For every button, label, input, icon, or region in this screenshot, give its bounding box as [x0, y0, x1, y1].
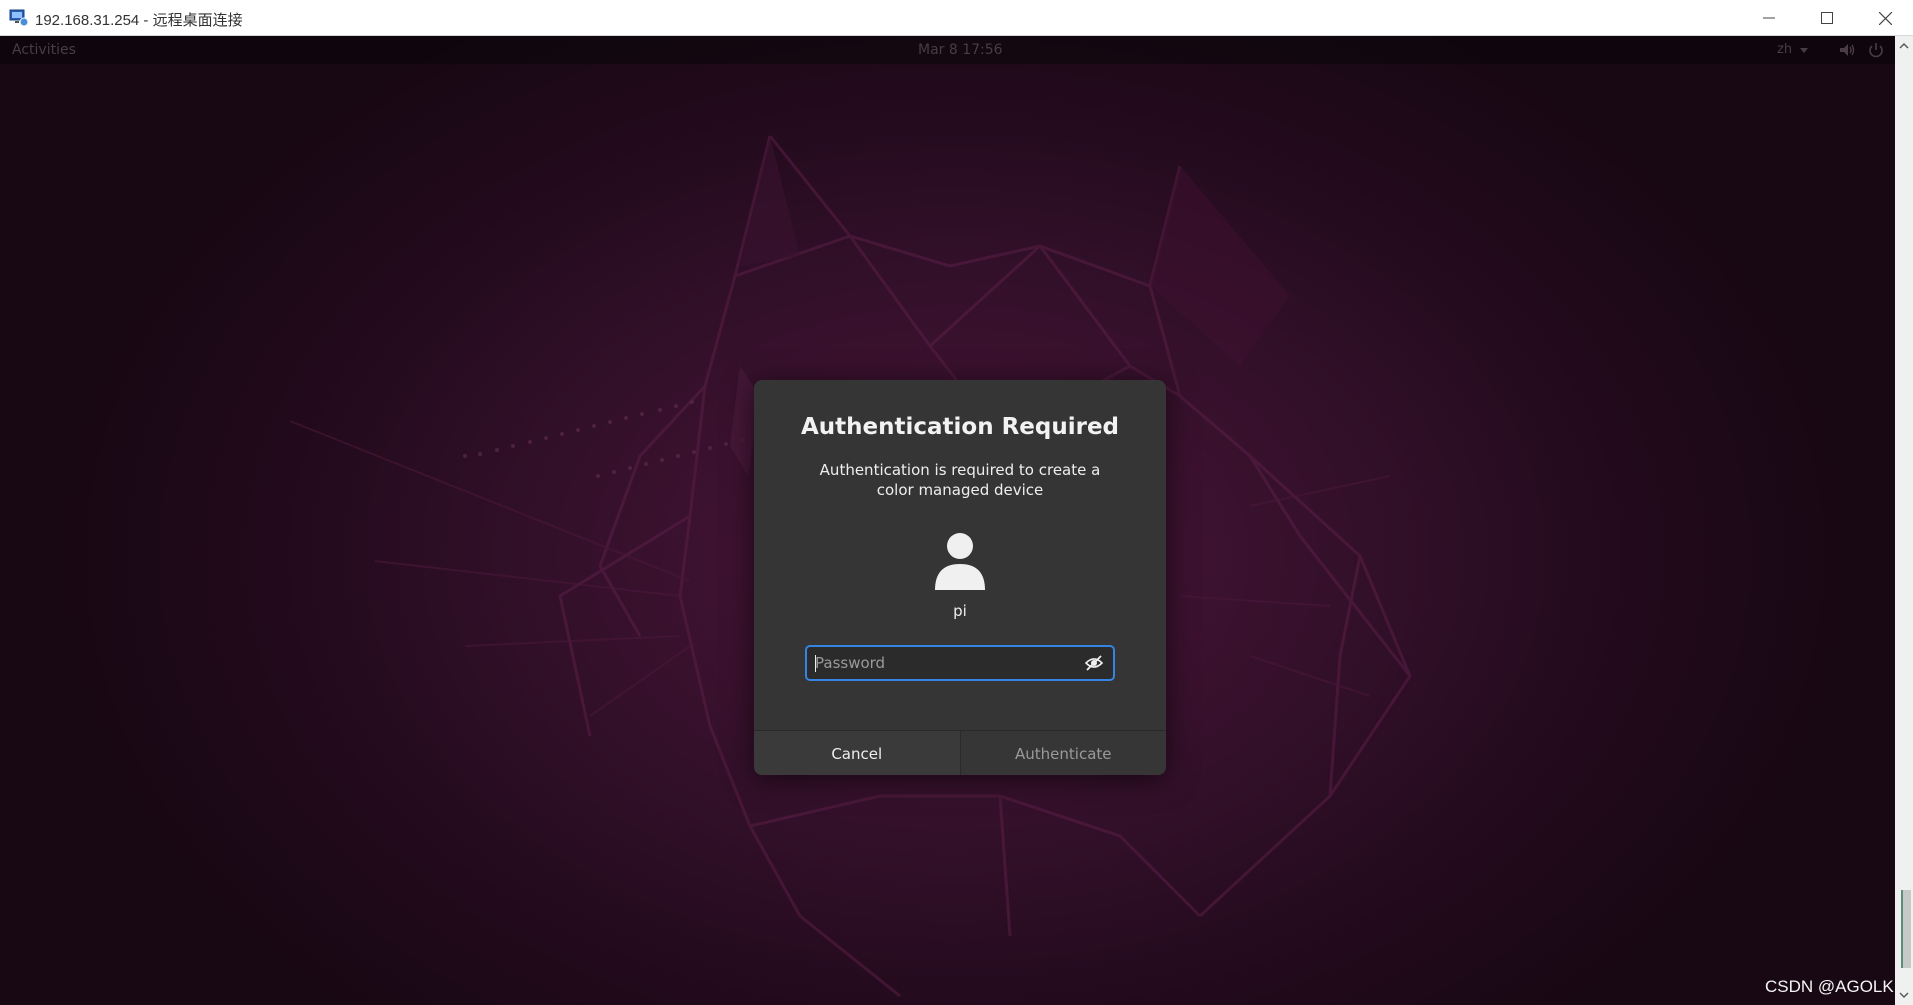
minimize-icon — [1763, 17, 1775, 19]
dialog-title: Authentication Required — [800, 414, 1120, 440]
gnome-top-bar: Activities Mar 8 17:56 zh — [0, 36, 1895, 64]
close-button[interactable] — [1856, 0, 1913, 36]
csdn-watermark: CSDN @AGOLK — [1765, 977, 1894, 996]
close-icon — [1878, 11, 1892, 25]
user-avatar-icon — [935, 533, 985, 590]
window-title: 192.168.31.254 - 远程桌面连接 — [35, 12, 243, 29]
cancel-button[interactable]: Cancel — [754, 731, 961, 775]
username-label: pi — [953, 602, 967, 620]
reveal-password-icon[interactable] — [1085, 654, 1103, 672]
volume-icon[interactable] — [1838, 41, 1856, 59]
maximize-button[interactable] — [1798, 0, 1856, 36]
remote-desktop-icon — [9, 9, 29, 27]
input-language-indicator[interactable]: zh — [1777, 42, 1792, 57]
scroll-up-arrow-icon[interactable] — [1898, 40, 1910, 52]
authenticate-button[interactable]: Authenticate — [960, 731, 1166, 775]
dialog-message: Authentication is required to create a c… — [819, 461, 1101, 499]
chevron-down-icon — [1800, 48, 1808, 53]
dialog-button-row: Cancel Authenticate — [754, 730, 1166, 775]
activities-button[interactable]: Activities — [12, 42, 76, 58]
power-icon[interactable] — [1867, 41, 1885, 59]
clock[interactable]: Mar 8 17:56 — [918, 42, 1003, 58]
rdp-window-titlebar: 192.168.31.254 - 远程桌面连接 — [0, 0, 1913, 36]
password-field[interactable] — [805, 645, 1115, 681]
scrollbar-thumb[interactable] — [1901, 890, 1911, 968]
minimize-button[interactable] — [1740, 0, 1798, 36]
authentication-dialog: Authentication Required Authentication i… — [754, 380, 1166, 775]
scroll-down-arrow-icon[interactable] — [1898, 989, 1910, 1001]
vertical-scrollbar[interactable] — [1895, 36, 1913, 1005]
maximize-icon — [1821, 12, 1833, 24]
password-input[interactable] — [815, 647, 1075, 679]
text-caret — [815, 655, 816, 672]
